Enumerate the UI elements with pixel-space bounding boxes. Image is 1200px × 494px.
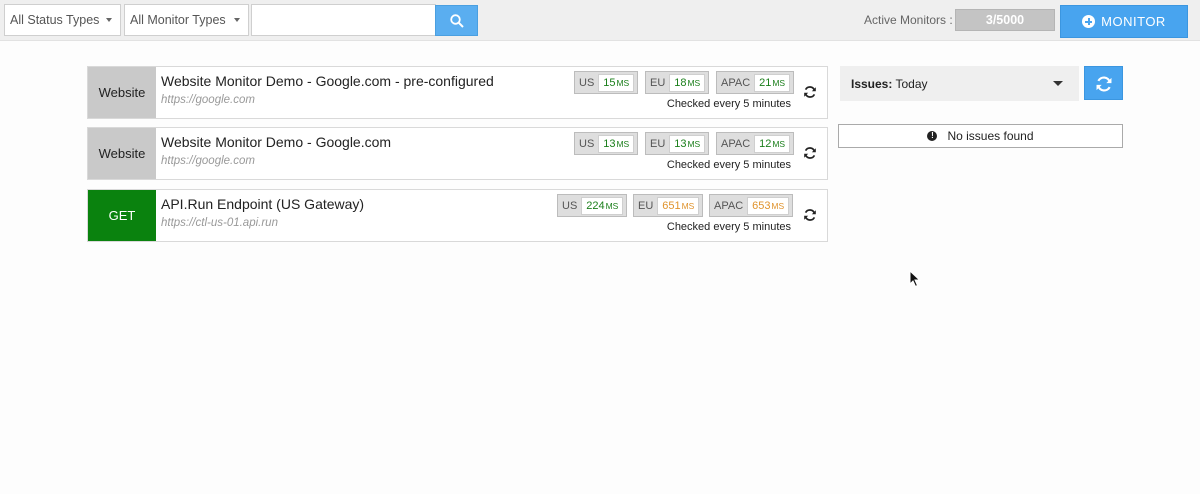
issues-refresh-button[interactable] bbox=[1084, 66, 1123, 100]
monitor-name: Website Monitor Demo - Google.com - pre-… bbox=[161, 73, 494, 89]
region-eu: EU 651 MS bbox=[633, 194, 704, 217]
response-time: 18 MS bbox=[669, 73, 706, 92]
monitor-name: API.Run Endpoint (US Gateway) bbox=[161, 196, 365, 212]
check-interval: Checked every 5 minutes bbox=[666, 159, 791, 171]
response-time: 13 MS bbox=[598, 134, 635, 153]
region-us: US 15 MS bbox=[574, 71, 639, 94]
region-label: APAC bbox=[714, 199, 744, 212]
monitor-type-badge: GET bbox=[88, 190, 156, 241]
monitor-url: https://ctl-us-01.api.run bbox=[161, 217, 278, 229]
toolbar: All Status Types All Monitor Types Activ… bbox=[0, 0, 1200, 41]
region-eu: EU 13 MS bbox=[645, 132, 710, 155]
monitor-type-filter[interactable]: All Monitor Types bbox=[124, 4, 249, 36]
monitor-type-badge: Website bbox=[88, 67, 156, 118]
response-time: 12 MS bbox=[754, 134, 791, 153]
region-label: APAC bbox=[721, 76, 751, 89]
active-monitors-label: Active Monitors : bbox=[864, 13, 953, 27]
issues-period-select[interactable]: Issues: Today bbox=[840, 66, 1079, 101]
region-label: EU bbox=[650, 137, 666, 150]
mouse-cursor-icon bbox=[909, 270, 921, 288]
exclamation-circle-icon: ! bbox=[927, 131, 938, 141]
add-monitor-label: MONITOR bbox=[1101, 14, 1166, 29]
region-label: US bbox=[579, 137, 595, 150]
response-time: 653 MS bbox=[747, 196, 790, 215]
region-us: US 224 MS bbox=[557, 194, 628, 217]
status-type-filter-value: All Status Types bbox=[10, 13, 100, 27]
monitor-type-badge: Website bbox=[88, 128, 156, 179]
refresh-icon[interactable] bbox=[803, 208, 817, 222]
region-apac: APAC 653 MS bbox=[709, 194, 794, 217]
monitor-type-filter-value: All Monitor Types bbox=[130, 13, 226, 27]
region-label: EU bbox=[650, 76, 666, 89]
issues-period-label: Issues: Today bbox=[851, 77, 928, 91]
region-label: EU bbox=[638, 199, 654, 212]
monitor-url: https://google.com bbox=[161, 94, 255, 106]
add-monitor-button[interactable]: MONITOR bbox=[1060, 5, 1188, 38]
monitor-name: Website Monitor Demo - Google.com bbox=[161, 134, 392, 150]
response-time: 224 MS bbox=[581, 196, 624, 215]
region-us: US 13 MS bbox=[574, 132, 639, 155]
refresh-icon bbox=[1096, 76, 1112, 92]
check-interval: Checked every 5 minutes bbox=[666, 221, 791, 233]
refresh-icon[interactable] bbox=[803, 146, 817, 160]
search-input[interactable] bbox=[251, 4, 436, 36]
refresh-icon[interactable] bbox=[803, 85, 817, 99]
monitor-row[interactable]: Website Website Monitor Demo - Google.co… bbox=[87, 66, 828, 119]
response-time: 15 MS bbox=[598, 73, 635, 92]
response-time: 21 MS bbox=[754, 73, 791, 92]
region-apac: APAC 21 MS bbox=[716, 71, 795, 94]
region-eu: EU 18 MS bbox=[645, 71, 710, 94]
response-time: 13 MS bbox=[669, 134, 706, 153]
check-interval: Checked every 5 minutes bbox=[666, 98, 791, 110]
search-icon bbox=[450, 14, 464, 28]
monitor-row[interactable]: GET API.Run Endpoint (US Gateway) https:… bbox=[87, 189, 828, 242]
search-button[interactable] bbox=[435, 5, 478, 36]
chevron-down-icon bbox=[234, 18, 240, 22]
chevron-down-icon bbox=[106, 18, 112, 22]
no-issues-message: ! No issues found bbox=[838, 124, 1123, 148]
region-label: US bbox=[579, 76, 595, 89]
monitor-url: https://google.com bbox=[161, 155, 255, 167]
response-time: 651 MS bbox=[657, 196, 700, 215]
chevron-down-icon bbox=[1053, 81, 1063, 86]
no-issues-text: No issues found bbox=[947, 129, 1034, 143]
region-label: APAC bbox=[721, 137, 751, 150]
region-label: US bbox=[562, 199, 578, 212]
status-type-filter[interactable]: All Status Types bbox=[4, 4, 121, 36]
region-apac: APAC 12 MS bbox=[716, 132, 795, 155]
active-monitors-count: 3/5000 bbox=[955, 9, 1055, 31]
monitor-row[interactable]: Website Website Monitor Demo - Google.co… bbox=[87, 127, 828, 180]
plus-circle-icon bbox=[1082, 15, 1096, 28]
